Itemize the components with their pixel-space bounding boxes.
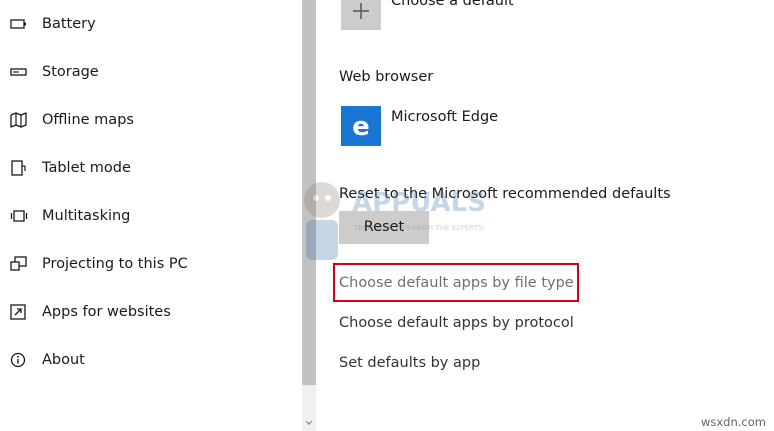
map-icon [10, 112, 28, 128]
scroll-down-arrow-icon[interactable] [302, 414, 316, 431]
sidebar-item-offline-maps[interactable]: Offline maps [0, 100, 302, 140]
sidebar-item-label: Apps for websites [42, 304, 171, 320]
sidebar-item-apps-for-websites[interactable]: Apps for websites [0, 292, 302, 332]
sidebar-item-label: Storage [42, 64, 99, 80]
web-browser-app-name[interactable]: Microsoft Edge [391, 108, 498, 126]
choose-default-add-button[interactable] [341, 0, 381, 30]
settings-sidebar: Battery Storage Offline maps Tablet mode… [0, 0, 302, 431]
choose-default-label: Choose a default [391, 0, 514, 9]
choose-default-apps-by-protocol-link[interactable]: Choose default apps by protocol [339, 314, 574, 332]
sidebar-item-about[interactable]: About [0, 340, 302, 380]
plus-icon [353, 3, 369, 19]
microsoft-edge-icon: e [352, 112, 370, 142]
sidebar-scrollbar-thumb[interactable] [302, 0, 316, 385]
highlight-box [333, 263, 579, 302]
apps-websites-icon [10, 304, 28, 320]
sidebar-item-projecting[interactable]: Projecting to this PC [0, 244, 302, 284]
projecting-icon [10, 256, 28, 272]
site-watermark: wsxdn.com [700, 415, 766, 429]
info-icon [10, 352, 28, 368]
sidebar-item-label: Tablet mode [42, 160, 131, 176]
sidebar-item-label: About [42, 352, 85, 368]
sidebar-item-label: Multitasking [42, 208, 131, 224]
microsoft-edge-tile[interactable]: e [341, 106, 381, 146]
tablet-icon [10, 160, 28, 176]
sidebar-item-label: Projecting to this PC [42, 256, 188, 272]
sidebar-item-storage[interactable]: Storage [0, 52, 302, 92]
web-browser-heading: Web browser [339, 69, 434, 85]
sidebar-item-multitasking[interactable]: Multitasking [0, 196, 302, 236]
battery-icon [10, 16, 28, 32]
reset-button[interactable]: Reset [339, 211, 429, 244]
sidebar-item-battery[interactable]: Battery [0, 4, 302, 44]
sidebar-item-label: Battery [42, 16, 96, 32]
multitasking-icon [10, 208, 28, 224]
storage-icon [10, 64, 28, 80]
edge-glyph: e [352, 112, 370, 142]
sidebar-item-label: Offline maps [42, 112, 134, 128]
sidebar-item-tablet-mode[interactable]: Tablet mode [0, 148, 302, 188]
reset-description: Reset to the Microsoft recommended defau… [339, 186, 671, 202]
set-defaults-by-app-link[interactable]: Set defaults by app [339, 354, 480, 372]
